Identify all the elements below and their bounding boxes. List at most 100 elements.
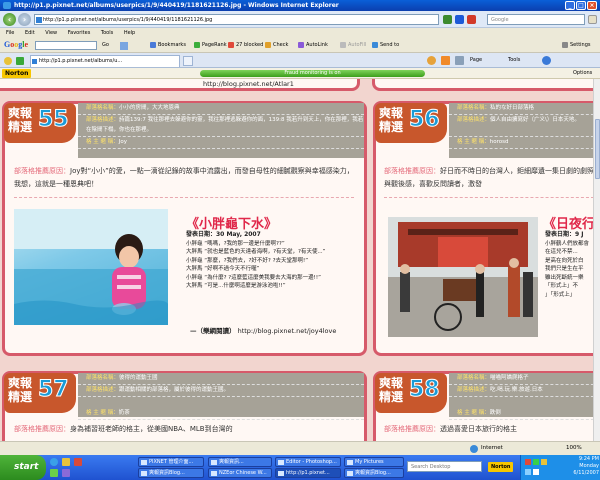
- recommend-reason-57: 部落格推薦原因：身為補習班老師的格主，從美國NBA、MLB到台灣的: [14, 425, 233, 433]
- badge-label: 爽報精選: [379, 376, 404, 404]
- bookmarks-button[interactable]: Bookmarks: [150, 41, 186, 50]
- blog-info-56: 部落格名稱：私的な好日部落格 部落格描述：個人自由擴寫好（广义\）日本天地。 格…: [449, 103, 593, 158]
- menu-view[interactable]: View: [45, 30, 57, 36]
- post-title-55[interactable]: 《小胖龜下水》: [186, 213, 277, 232]
- menu-edit[interactable]: Edit: [25, 30, 35, 36]
- clock[interactable]: 9:24 PM Monday 6/11/2007: [569, 456, 599, 477]
- task-blog-1[interactable]: 爽報資訊...: [208, 457, 272, 467]
- norton-tray-button[interactable]: Norton: [488, 462, 514, 472]
- go-arrow-icon[interactable]: [443, 15, 452, 24]
- print-icon[interactable]: [455, 56, 464, 65]
- favorites-star-icon[interactable]: [4, 57, 12, 65]
- badge-label: 爽報精選: [8, 106, 33, 134]
- feeds-icon[interactable]: [441, 56, 450, 65]
- minimize-button[interactable]: _: [565, 1, 575, 10]
- blocked-icon: [228, 41, 234, 48]
- pagerank-button[interactable]: PageRank: [194, 41, 227, 50]
- menu-file[interactable]: File: [6, 30, 14, 36]
- tray-icon[interactable]: [525, 469, 531, 475]
- stop-icon[interactable]: [467, 15, 476, 24]
- tray-icon[interactable]: [541, 459, 547, 465]
- blog-info-58: 部落格名稱：喵喵阿嬌爬格子 部落格描述：吃.喝.玩.樂.旅遊.日本 格 主 暱 …: [449, 373, 593, 420]
- post-photo-55[interactable]: [14, 209, 168, 325]
- window-icon: [211, 471, 217, 476]
- back-button[interactable]: ‹: [3, 13, 16, 26]
- scrollbar-thumb[interactable]: [595, 119, 600, 179]
- close-button[interactable]: ×: [587, 1, 597, 10]
- search-input[interactable]: Google: [487, 14, 585, 25]
- info-row-name: 部落格名稱：彼得的運動王國: [78, 373, 364, 385]
- blog-info-57: 部落格名稱：彼得的運動王國 部落格描述：跟運動相關的部落格，屬於彼得的運動王國。…: [78, 373, 364, 420]
- autofill-icon: [340, 41, 346, 48]
- volume-icon[interactable]: [533, 469, 539, 475]
- info-row-name: 部落格名稱：私的な好日部落格: [449, 103, 593, 115]
- task-pixnet-admin[interactable]: PIXNET 管理介面...: [138, 457, 204, 467]
- previous-card-url[interactable]: http://blog.pixnet.net/Atlar1: [203, 80, 294, 88]
- badge-58: 爽報精選 58: [375, 373, 447, 413]
- toolbar-icon[interactable]: [120, 42, 128, 50]
- info-row-author: 格 主 暱 稱：Joy: [78, 137, 364, 149]
- home-icon[interactable]: [427, 56, 436, 65]
- autolink-button[interactable]: AutoLink: [298, 41, 328, 50]
- post-title-56[interactable]: 《日夜行: [543, 213, 593, 232]
- autofill-button[interactable]: AutoFill: [340, 41, 366, 50]
- google-logo: Google: [4, 40, 29, 49]
- forward-button[interactable]: ›: [18, 13, 31, 26]
- maximize-button[interactable]: □: [576, 1, 586, 10]
- window-title: http://p1.p.pixnet.net/albums/userpics/1…: [14, 2, 339, 9]
- task-blog-3[interactable]: 爽報資訊Blog...: [344, 468, 404, 478]
- google-search-input[interactable]: [35, 41, 97, 50]
- desktop-search-input[interactable]: Search Desktop: [407, 461, 482, 472]
- blog-url-55[interactable]: http://blog.pixnet.net/joy4love: [238, 327, 337, 335]
- popup-blocked-button[interactable]: 27 blocked: [228, 41, 263, 50]
- task-my-pictures[interactable]: My Pictures: [344, 457, 404, 467]
- menu-help[interactable]: Help: [124, 30, 135, 36]
- tab-active[interactable]: http://p1.p.pixnet.net/albums/u...: [30, 55, 180, 67]
- google-go-button[interactable]: Go: [102, 41, 109, 50]
- navigation-bar: ‹ › http://p1.p.pixnet.net/albums/userpi…: [0, 11, 600, 28]
- search-go-icon[interactable]: [588, 15, 597, 24]
- address-text: http://p1.p.pixnet.net/albums/userpics/1…: [43, 17, 213, 23]
- badge-55: 爽報精選 55: [4, 103, 76, 143]
- quicklaunch-app-icon[interactable]: [74, 458, 82, 466]
- fraud-monitoring-status[interactable]: Fraud monitoring is on: [200, 70, 425, 77]
- badge-number: 57: [38, 377, 70, 403]
- post-meta-56: 發表日期：9 J 小胖鶴人們放都會 在這兒不禁... 是高在向死於白 我們只是生…: [545, 231, 590, 298]
- settings-button[interactable]: Settings: [562, 41, 591, 50]
- page-menu-button[interactable]: Page: [470, 56, 482, 65]
- quicklaunch-desktop-icon[interactable]: [50, 469, 58, 477]
- post-photo-56[interactable]: [388, 217, 538, 337]
- child-in-pool-image: [14, 209, 168, 325]
- add-favorites-icon[interactable]: [16, 57, 24, 65]
- vertical-scrollbar[interactable]: [593, 79, 600, 441]
- security-zone: Internet: [481, 445, 503, 451]
- info-row-name: 部落格名稱：喵喵阿嬌爬格子: [449, 373, 593, 385]
- check-button[interactable]: Check: [265, 41, 288, 50]
- task-chinese-writer[interactable]: NZEor Chinese W...: [208, 468, 272, 478]
- norton-options-button[interactable]: Options: [573, 68, 592, 79]
- norton-logo[interactable]: Norton: [2, 69, 32, 78]
- new-tab-button[interactable]: [183, 56, 193, 66]
- zoom-level[interactable]: 100%: [566, 442, 582, 455]
- window-title-bar[interactable]: http://p1.p.pixnet.net/albums/userpics/1…: [0, 0, 600, 11]
- quicklaunch-folder-icon[interactable]: [62, 458, 70, 466]
- task-ie-active[interactable]: http://p1.pixnet...: [275, 468, 341, 478]
- tray-icon[interactable]: [525, 459, 531, 465]
- help-icon[interactable]: [542, 56, 551, 65]
- tray-icon[interactable]: [533, 459, 539, 465]
- task-photoshop[interactable]: Editor - Photoshop...: [275, 457, 341, 467]
- start-button[interactable]: start: [0, 455, 46, 480]
- menu-favorites[interactable]: Favorites: [68, 30, 91, 36]
- window-icon: [347, 471, 353, 476]
- menu-tools[interactable]: Tools: [101, 30, 113, 36]
- quicklaunch-ie-icon[interactable]: [50, 458, 58, 466]
- address-bar[interactable]: http://p1.p.pixnet.net/albums/userpics/1…: [34, 14, 439, 25]
- folder-icon: [347, 460, 353, 465]
- status-bar: Internet 100%: [0, 441, 600, 455]
- send-to-button[interactable]: Send to: [372, 41, 399, 50]
- refresh-icon[interactable]: [455, 15, 464, 24]
- task-blog-2[interactable]: 爽報資訊Blog...: [138, 468, 204, 478]
- ie-icon: [278, 471, 284, 476]
- quicklaunch-media-icon[interactable]: [62, 469, 70, 477]
- tools-menu-button[interactable]: Tools: [508, 56, 520, 65]
